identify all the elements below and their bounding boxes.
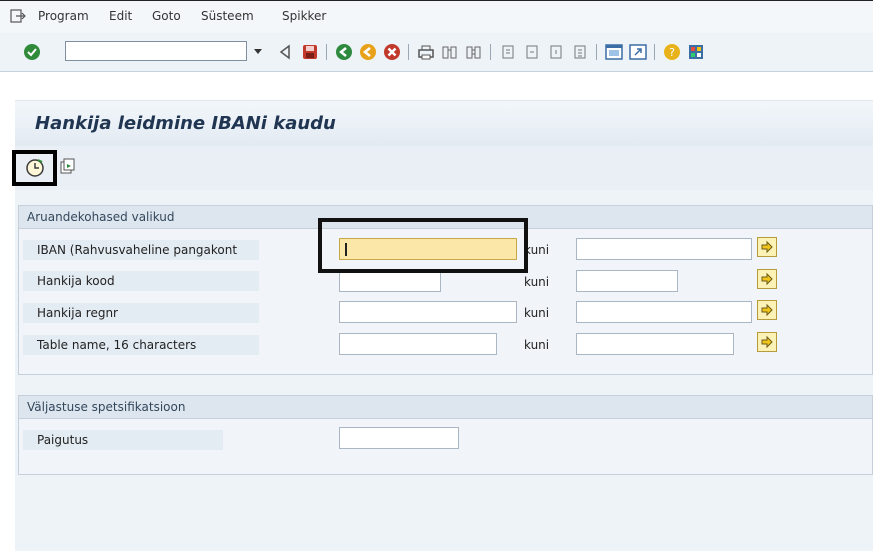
- execute-button[interactable]: [12, 150, 57, 186]
- menu-program[interactable]: Program: [38, 9, 89, 23]
- enter-checkmark-icon[interactable]: [22, 42, 42, 62]
- table-name-multiple-selection-button[interactable]: [757, 332, 777, 352]
- row-label-vendor-code: Hankija kood: [23, 271, 259, 291]
- arrow-right-icon: [761, 335, 773, 349]
- toolbar-divider: [408, 44, 409, 60]
- find-next-icon[interactable]: [464, 42, 484, 62]
- vendor-regnr-from-input[interactable]: [339, 301, 517, 323]
- vendor-regnr-to-label: kuni: [524, 306, 550, 320]
- title-bar: Hankija leidmine IBANi kaudu: [15, 100, 873, 147]
- dropdown-icon[interactable]: [251, 43, 265, 59]
- row-label-iban: IBAN (Rahvusvaheline pangakont: [23, 240, 259, 260]
- vendor-regnr-to-input[interactable]: [576, 301, 752, 323]
- toolbar-divider: [326, 44, 327, 60]
- back-triangle-icon[interactable]: [275, 42, 295, 62]
- row-label-table-name: Table name, 16 characters: [23, 335, 259, 355]
- next-page-icon[interactable]: [546, 42, 566, 62]
- menu-system[interactable]: Süsteem: [201, 9, 254, 23]
- create-session-icon[interactable]: [604, 42, 624, 62]
- menu-help[interactable]: Spikker: [282, 9, 326, 23]
- arrow-right-icon: [761, 240, 773, 254]
- vendor-code-to-input[interactable]: [576, 270, 678, 292]
- previous-page-icon[interactable]: [522, 42, 542, 62]
- save-icon[interactable]: [300, 42, 320, 62]
- find-icon[interactable]: [440, 42, 460, 62]
- menu-goto[interactable]: Goto: [152, 9, 181, 23]
- toolbar-divider: [654, 44, 655, 60]
- shortcut-icon[interactable]: [628, 42, 648, 62]
- table-name-to-label: kuni: [524, 338, 550, 352]
- first-page-icon[interactable]: [498, 42, 518, 62]
- last-page-icon[interactable]: [570, 42, 590, 62]
- iban-multiple-selection-button[interactable]: [757, 237, 777, 257]
- row-label-vendor-regnr: Hankija regnr: [23, 303, 259, 323]
- toolbar-divider: [596, 44, 597, 60]
- get-variant-icon[interactable]: [58, 156, 78, 176]
- back-icon[interactable]: [334, 42, 354, 62]
- vendor-code-to-label: kuni: [524, 275, 550, 289]
- svg-text:?: ?: [669, 46, 675, 59]
- row-label-layout: Paigutus: [23, 430, 223, 450]
- command-field[interactable]: [65, 41, 247, 61]
- vendor-code-multiple-selection-button[interactable]: [757, 269, 777, 289]
- execute-clock-icon: [24, 157, 46, 182]
- print-icon[interactable]: [416, 42, 436, 62]
- output-group-header: Väljastuse spetsifikatsioon: [19, 396, 872, 419]
- iban-to-input[interactable]: [576, 238, 752, 260]
- help-icon[interactable]: ?: [662, 42, 682, 62]
- exit-menu-icon[interactable]: [10, 9, 26, 23]
- highlight-box: [318, 218, 528, 273]
- page-title: Hankija leidmine IBANi kaudu: [35, 113, 336, 134]
- exit-icon[interactable]: [358, 42, 378, 62]
- menu-bar: Program Edit Goto Süsteem Spikker: [0, 0, 873, 34]
- cancel-icon[interactable]: [382, 42, 402, 62]
- toolbar-divider: [490, 44, 491, 60]
- vendor-regnr-multiple-selection-button[interactable]: [757, 300, 777, 320]
- layout-input[interactable]: [339, 427, 459, 449]
- layout-icon[interactable]: [686, 42, 706, 62]
- table-name-to-input[interactable]: [576, 333, 734, 355]
- arrow-right-icon: [761, 303, 773, 317]
- application-toolbar: [15, 146, 873, 190]
- standard-toolbar: ?: [0, 33, 873, 72]
- arrow-right-icon: [761, 272, 773, 286]
- menu-edit[interactable]: Edit: [109, 9, 132, 23]
- table-name-from-input[interactable]: [339, 333, 497, 355]
- vendor-code-from-input[interactable]: [339, 270, 441, 292]
